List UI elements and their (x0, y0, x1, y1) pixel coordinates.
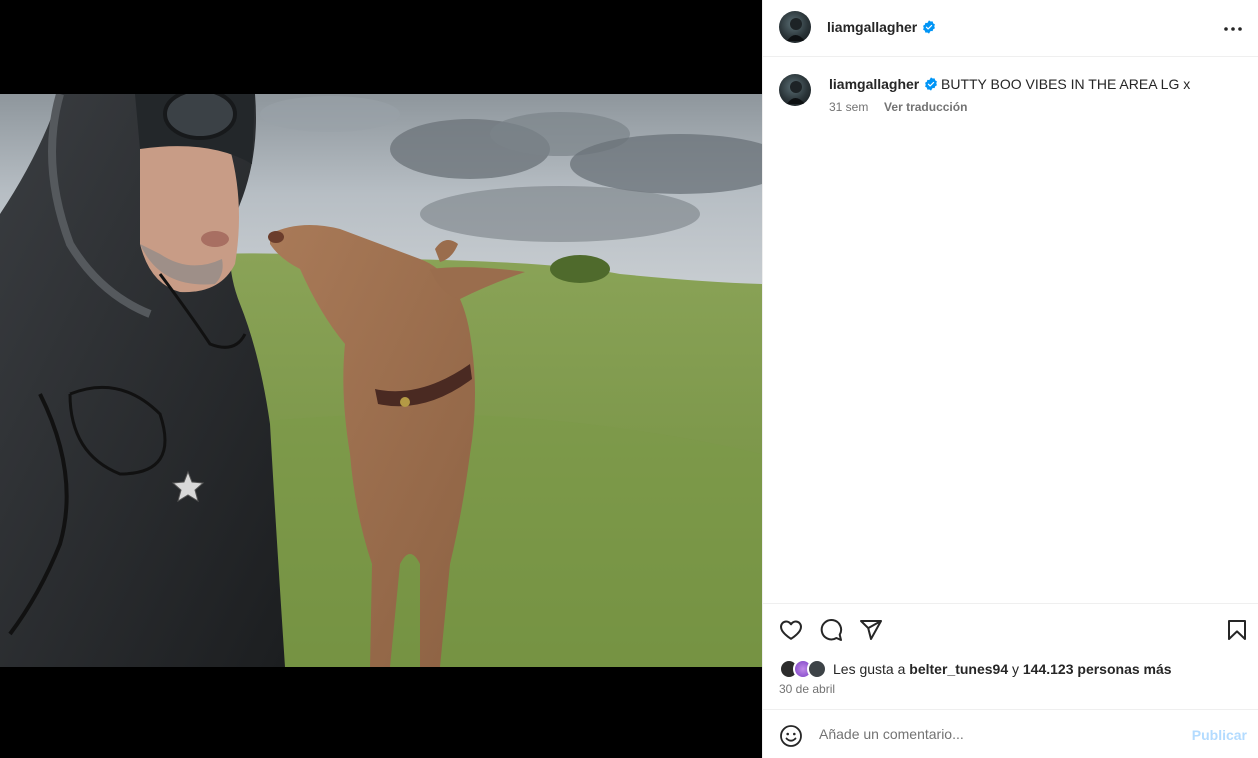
bookmark-icon[interactable] (1225, 618, 1249, 642)
verified-badge-icon (925, 77, 937, 91)
paper-plane-icon[interactable] (859, 618, 883, 642)
verified-badge-icon (923, 20, 935, 34)
likes-count-link[interactable]: 144.123 personas más (1023, 661, 1172, 677)
more-options-icon[interactable] (1221, 17, 1245, 41)
liker-avatar[interactable] (807, 659, 827, 679)
likes-summary: Les gusta a belter_tunes94 y 144.123 per… (779, 659, 1249, 679)
post-photo[interactable] (0, 94, 762, 667)
author-username[interactable]: liamgallagher (827, 19, 917, 35)
comment-bar: Publicar (763, 709, 1258, 758)
post-media (0, 0, 762, 758)
emoji-icon[interactable] (779, 724, 803, 748)
likes-prefix: Les gusta a (833, 661, 906, 677)
post-header: liamgallagher (763, 0, 1258, 57)
caption-text: BUTTY BOO VIBES IN THE AREA LG x (941, 76, 1191, 92)
caption-avatar[interactable] (779, 74, 811, 106)
likes-connector: y (1012, 661, 1019, 677)
comment-input[interactable] (819, 724, 1179, 744)
comment-icon[interactable] (819, 618, 843, 642)
caption-meta: 31 sem Ver traducción (829, 100, 967, 114)
post-time-ago[interactable]: 31 sem (829, 100, 868, 114)
translate-link[interactable]: Ver traducción (884, 100, 967, 114)
heart-icon[interactable] (779, 618, 803, 642)
post-actions-section: Les gusta a belter_tunes94 y 144.123 per… (763, 603, 1258, 709)
caption-username[interactable]: liamgallagher (829, 76, 919, 92)
liked-by-user-link[interactable]: belter_tunes94 (909, 661, 1008, 677)
likes-text: Les gusta a belter_tunes94 y 144.123 per… (833, 661, 1172, 677)
post-side-panel: liamgallagher liamgallagher BUTTY BOO VI… (762, 0, 1258, 758)
author-avatar[interactable] (779, 11, 811, 43)
post-date[interactable]: 30 de abril (779, 682, 835, 696)
publish-button[interactable]: Publicar (1192, 727, 1247, 743)
